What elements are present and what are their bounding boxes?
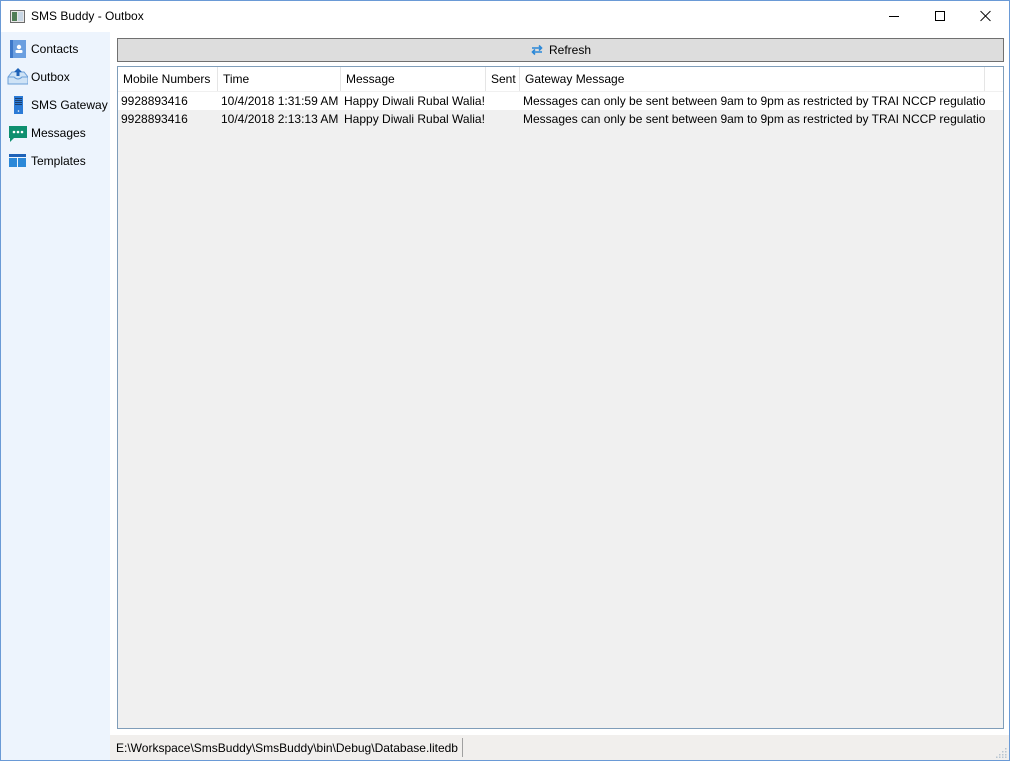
- sidebar-item-label: Messages: [31, 126, 86, 140]
- column-header-mobile-numbers[interactable]: Mobile Numbers: [118, 67, 218, 91]
- templates-icon: [9, 154, 26, 167]
- grid-header: Mobile Numbers Time Message Sent Gateway…: [118, 67, 1003, 91]
- refresh-button[interactable]: Refresh: [117, 38, 1004, 62]
- app-window: SMS Buddy - Outbox Contacts Outbox SMS G…: [0, 0, 1010, 761]
- server-icon: [14, 96, 23, 114]
- sidebar-item-label: Templates: [31, 154, 86, 168]
- cell-mobile: 9928893416: [121, 112, 188, 126]
- cell-gateway-message: Messages can only be sent between 9am to…: [523, 112, 985, 126]
- outbox-grid[interactable]: Mobile Numbers Time Message Sent Gateway…: [117, 66, 1004, 729]
- column-header-sent[interactable]: Sent: [486, 67, 520, 91]
- cell-time: 10/4/2018 1:31:59 AM: [221, 94, 339, 108]
- column-header-message[interactable]: Message: [341, 67, 486, 91]
- cell-sent: [486, 92, 520, 110]
- sidebar-item-label: Outbox: [31, 70, 70, 84]
- cell-time: 10/4/2018 2:13:13 AM: [221, 112, 339, 126]
- database-path: E:\Workspace\SmsBuddy\SmsBuddy\bin\Debug…: [116, 741, 458, 755]
- close-button[interactable]: [963, 1, 1009, 31]
- sidebar: Contacts Outbox SMS Gateway Messages Tem…: [1, 32, 110, 760]
- cell-sent: [486, 110, 520, 128]
- cell-message: Happy Diwali Rubal Walia!: [344, 94, 485, 108]
- outbox-icon: [7, 68, 28, 85]
- status-bar: E:\Workspace\SmsBuddy\SmsBuddy\bin\Debug…: [110, 735, 1009, 760]
- column-header-time[interactable]: Time: [218, 67, 341, 91]
- sidebar-item-templates[interactable]: Templates: [1, 148, 110, 174]
- title-bar[interactable]: SMS Buddy - Outbox: [1, 1, 1009, 32]
- refresh-label: Refresh: [548, 43, 592, 57]
- contacts-icon: [10, 40, 26, 58]
- resize-grip-icon[interactable]: [995, 746, 1007, 758]
- cell-mobile: 9928893416: [121, 94, 188, 108]
- minimize-icon: [889, 15, 899, 17]
- column-header-gateway-message[interactable]: Gateway Message: [520, 67, 985, 91]
- minimize-button[interactable]: [871, 1, 917, 31]
- window-title: SMS Buddy - Outbox: [31, 9, 144, 23]
- app-icon: [10, 10, 25, 23]
- status-separator: [462, 738, 463, 757]
- maximize-button[interactable]: [917, 1, 963, 31]
- sidebar-item-outbox[interactable]: Outbox: [1, 64, 110, 90]
- close-icon: [980, 10, 992, 22]
- column-header-filler: [985, 67, 1003, 91]
- table-row[interactable]: 9928893416 10/4/2018 2:13:13 AM Happy Di…: [118, 110, 1003, 128]
- chat-icon: [9, 126, 27, 142]
- sidebar-item-label: Contacts: [31, 42, 79, 56]
- cell-gateway-message: Messages can only be sent between 9am to…: [523, 94, 985, 108]
- sidebar-item-messages[interactable]: Messages: [1, 120, 110, 146]
- cell-message: Happy Diwali Rubal Walia!: [344, 112, 485, 126]
- sidebar-item-sms-gateway[interactable]: SMS Gateway: [1, 92, 110, 118]
- sidebar-item-label: SMS Gateway: [31, 98, 108, 112]
- table-row[interactable]: 9928893416 10/4/2018 1:31:59 AM Happy Di…: [118, 92, 1003, 110]
- sidebar-item-contacts[interactable]: Contacts: [1, 36, 110, 62]
- maximize-icon: [935, 11, 945, 21]
- refresh-icon: [531, 44, 543, 56]
